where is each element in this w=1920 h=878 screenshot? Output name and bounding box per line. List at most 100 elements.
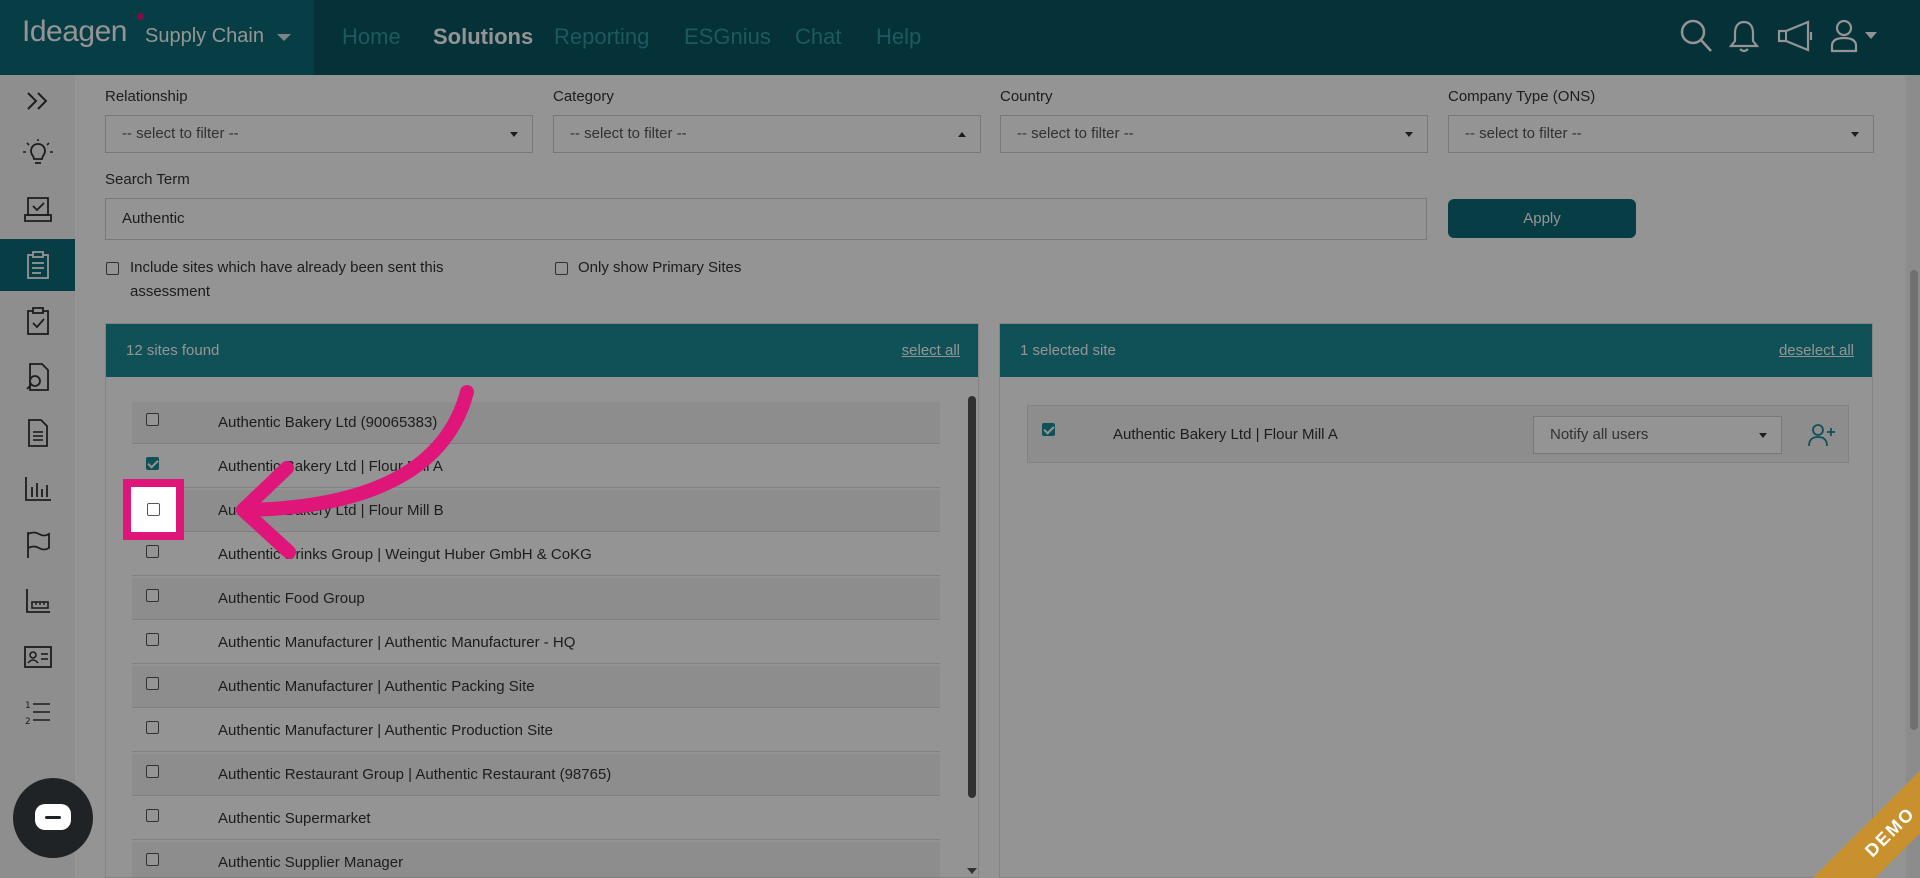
site-label: Authentic Manufacturer | Authentic Produ… [218,722,553,739]
include-sent-checkbox[interactable] [106,262,119,275]
select-all-link[interactable]: select all [902,342,960,359]
apply-button[interactable]: Apply [1448,199,1636,238]
nav-chat[interactable]: Chat [795,24,841,50]
table-row[interactable]: Authentic Food Group [132,578,940,620]
table-row[interactable]: Authentic Restaurant Group | Authentic R… [132,754,940,796]
company-type-select[interactable]: -- select to filter -- [1448,115,1874,153]
site-checkbox[interactable] [146,545,159,558]
category-select[interactable]: -- select to filter -- [553,115,981,153]
site-checkbox[interactable] [146,457,159,470]
relationship-label: Relationship [105,88,188,105]
selected-site-checkbox[interactable] [1042,423,1055,436]
clipboard-icon [26,251,49,279]
deselect-all-link[interactable]: deselect all [1779,342,1854,359]
ideagen-logo: Ideagen [22,15,127,48]
product-switcher-caret-icon[interactable] [277,34,291,41]
left-sidebar: 12 [0,75,75,878]
highlight-frame [123,479,184,540]
list-scrollbar[interactable] [968,396,976,798]
table-row[interactable]: Authentic Manufacturer | Authentic Packi… [132,666,940,708]
search-input[interactable]: Authentic [105,198,1427,240]
document-icon [27,419,48,447]
id-card-icon [23,646,52,668]
site-label: Authentic Manufacturer | Authentic Manuf… [218,634,576,651]
site-label: Authentic Food Group [218,590,365,607]
pointer-arrow-icon [236,385,474,559]
nav-home[interactable]: Home [342,24,401,50]
site-checkbox[interactable] [146,633,159,646]
chat-widget-button[interactable] [13,778,93,858]
site-checkbox[interactable] [146,765,159,778]
user-icon[interactable] [1830,18,1882,59]
site-checkbox[interactable] [146,853,159,866]
nav-reporting[interactable]: Reporting [554,24,649,50]
category-label: Category [553,88,614,105]
company-type-label: Company Type (ONS) [1448,88,1596,105]
site-checkbox[interactable] [146,589,159,602]
search-term-label: Search Term [105,171,190,188]
table-row[interactable]: Authentic Manufacturer | Authentic Produ… [132,710,940,752]
sidebar-item-assessments[interactable] [0,239,75,291]
inbox-check-icon [23,197,52,222]
site-label: Authentic Manufacturer | Authentic Packi… [218,678,535,695]
ruler-chart-icon [25,589,50,613]
site-checkbox[interactable] [146,413,159,426]
notify-select[interactable]: Notify all users [1533,416,1782,454]
company-type-select-value: -- select to filter -- [1465,125,1582,142]
sidebar-item-lists[interactable]: 12 [0,687,75,739]
chevron-up-icon [958,132,966,137]
sidebar-item-audits[interactable] [0,351,75,403]
table-row[interactable]: Authentic Supermarket [132,798,940,840]
highlight-inner [131,487,176,532]
table-row[interactable]: Authentic Manufacturer | Authentic Manuf… [132,622,940,664]
nav-solutions[interactable]: Solutions [433,24,533,50]
sidebar-expand[interactable] [0,75,75,127]
sidebar-item-documents[interactable] [0,407,75,459]
table-row[interactable]: Authentic Supplier Manager [132,842,940,878]
brand-area[interactable]: Ideagen Supply Chain [0,0,314,75]
megaphone-icon[interactable] [1776,18,1816,59]
page-scrollbar[interactable] [1910,270,1918,730]
relationship-select-value: -- select to filter -- [122,125,239,142]
country-label: Country [1000,88,1053,105]
site-checkbox[interactable] [146,809,159,822]
sidebar-item-measures[interactable] [0,575,75,627]
sidebar-item-ideas[interactable] [0,127,75,179]
country-select-value: -- select to filter -- [1017,125,1134,142]
sidebar-item-reports[interactable] [0,463,75,515]
chevron-down-icon [510,132,518,137]
clipboard-check-icon [26,307,49,335]
flour-mill-b-checkbox[interactable] [147,503,160,516]
site-label: Authentic Supermarket [218,810,371,827]
demo-badge: DEMO [1803,758,1920,878]
site-checkbox[interactable] [146,677,159,690]
logo-accent-dot [137,13,144,20]
sidebar-item-flags[interactable] [0,519,75,571]
product-name: Supply Chain [145,25,264,47]
demo-ribbon: DEMO [1780,758,1920,878]
include-sent-label: Include sites which have already been se… [130,259,444,300]
relationship-select[interactable]: -- select to filter -- [105,115,533,153]
flag-icon [26,531,50,558]
chat-icon [35,804,71,830]
sidebar-item-contacts[interactable] [0,631,75,683]
bar-chart-icon [24,477,51,501]
sidebar-item-inbox[interactable] [0,183,75,235]
sites-found-count: 12 sites found [126,342,220,359]
nav-help[interactable]: Help [876,24,921,50]
notify-select-value: Notify all users [1550,426,1649,443]
primary-only-checkbox[interactable] [555,262,568,275]
add-user-icon[interactable] [1808,422,1836,448]
document-search-icon [25,363,49,391]
search-icon[interactable] [1679,18,1713,59]
chevron-down-icon [1759,433,1767,438]
bell-icon[interactable] [1728,18,1760,59]
country-select[interactable]: -- select to filter -- [1000,115,1428,153]
numbered-list-icon: 12 [25,701,50,727]
sidebar-item-tasks[interactable] [0,295,75,347]
site-checkbox[interactable] [146,721,159,734]
nav-esgnius[interactable]: ESGnius [684,24,771,50]
scroll-down-arrow-icon[interactable] [965,866,979,876]
selected-sites-count: 1 selected site [1020,342,1116,359]
selected-site-label: Authentic Bakery Ltd | Flour Mill A [1113,426,1338,443]
